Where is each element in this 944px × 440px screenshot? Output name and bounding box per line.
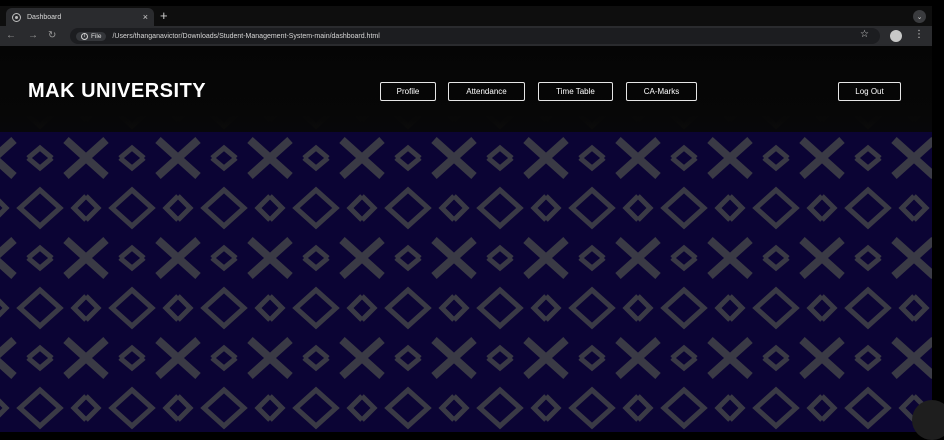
- site-brand: MAK UNIVERSITY: [28, 80, 207, 102]
- reload-icon[interactable]: ↻: [48, 29, 56, 43]
- browser-menu-icon[interactable]: ⋮: [914, 29, 924, 40]
- forward-icon[interactable]: →: [28, 29, 38, 43]
- nav-camarks-button[interactable]: CA-Marks: [626, 82, 697, 101]
- browser-toolbar: ← → ↻ i File /Users/thanganavictor/Downl…: [0, 26, 932, 46]
- site-navbar: MAK UNIVERSITY Profile Attendance Time T…: [0, 46, 932, 132]
- tab-search-button[interactable]: ⌄: [913, 10, 926, 23]
- tab-title: Dashboard: [27, 13, 62, 21]
- globe-icon: [12, 12, 21, 22]
- window-edge: [932, 0, 944, 432]
- nav-profile-button[interactable]: Profile: [380, 82, 436, 101]
- browser-tabstrip: Dashboard × + ⌄: [0, 6, 932, 26]
- logout-button[interactable]: Log Out: [838, 82, 901, 101]
- back-icon[interactable]: ←: [6, 29, 16, 43]
- new-tab-button[interactable]: +: [160, 9, 168, 23]
- close-tab-icon[interactable]: ×: [143, 12, 148, 22]
- address-bar[interactable]: i File /Users/thanganavictor/Downloads/S…: [70, 28, 880, 44]
- info-icon: i: [81, 32, 88, 40]
- page-viewport: MAK UNIVERSITY Profile Attendance Time T…: [0, 46, 932, 432]
- browser-tab[interactable]: Dashboard ×: [6, 8, 154, 26]
- nav-attendance-button[interactable]: Attendance: [448, 82, 525, 101]
- profile-avatar-icon[interactable]: [890, 30, 902, 42]
- screen: Dashboard × + ⌄ ← → ↻ i File /Users/than…: [0, 0, 944, 440]
- url-text: /Users/thanganavictor/Downloads/Student-…: [112, 32, 380, 40]
- nav-timetable-button[interactable]: Time Table: [538, 82, 613, 101]
- corner-shadow: [912, 400, 944, 440]
- bookmark-star-icon[interactable]: ☆: [860, 29, 869, 40]
- site-info-chip[interactable]: i File: [76, 31, 107, 41]
- chip-label: File: [91, 32, 102, 40]
